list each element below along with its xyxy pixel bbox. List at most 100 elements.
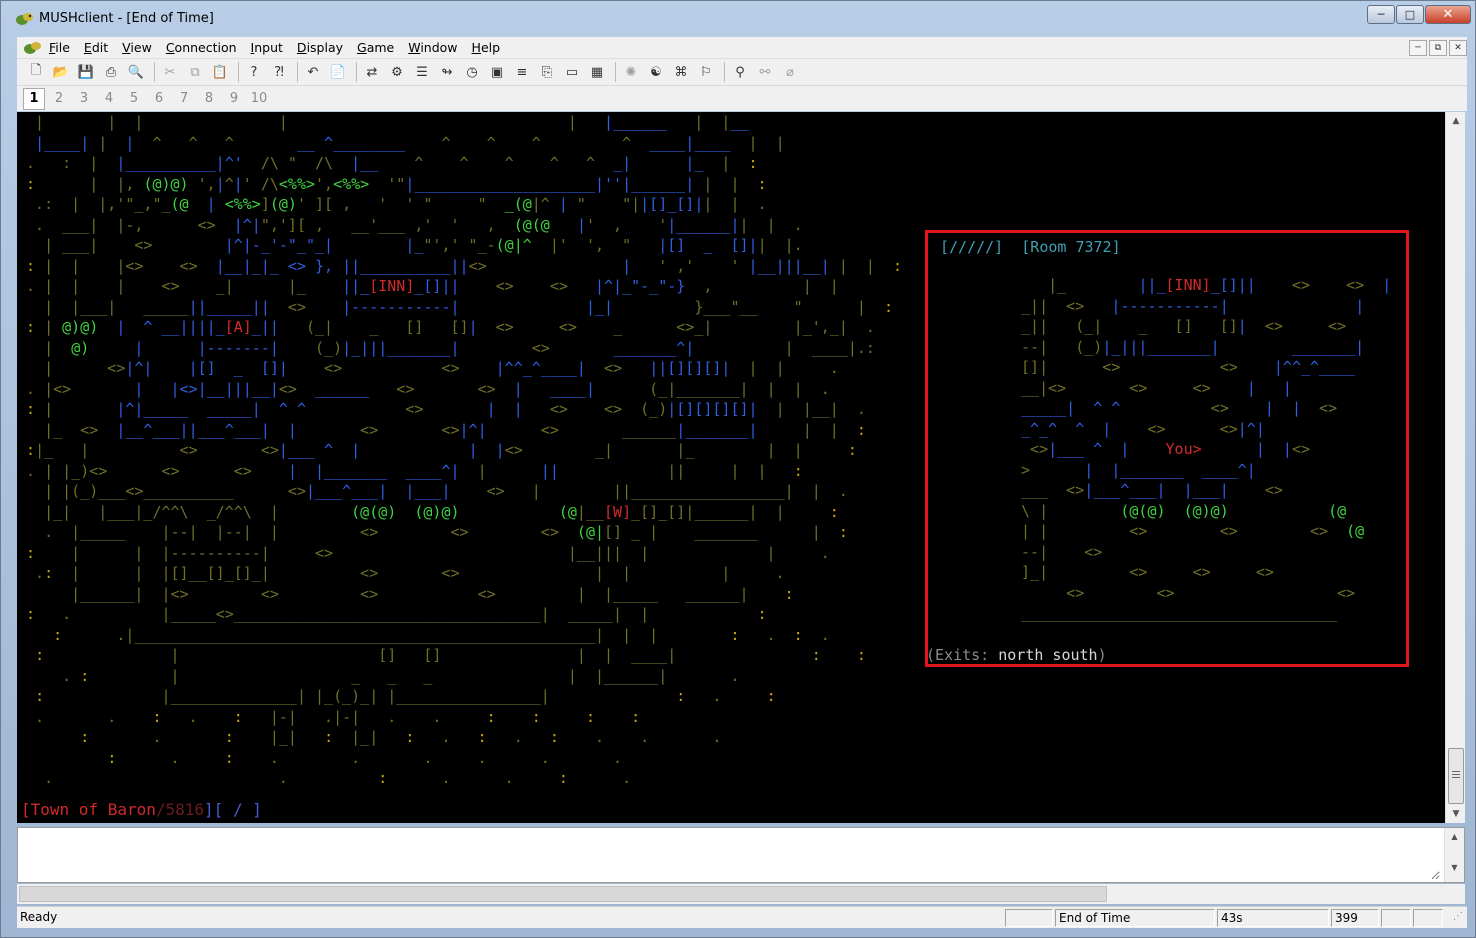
new-world-icon[interactable]: 🗋 [25, 62, 47, 82]
world-tab-5[interactable]: 5 [123, 88, 145, 110]
toolbar-separator [724, 62, 725, 82]
status-bar: Ready End of Time 43s 399 ⋰ [17, 906, 1467, 928]
mapper-icon[interactable]: ✺ [620, 62, 642, 82]
ascii-map: | | | | | |______ | |__ |____| | | ^ ^ ^… [17, 113, 903, 787]
prompt-area: Town of Baron [30, 800, 156, 819]
maximize-button[interactable]: □ [1396, 5, 1424, 24]
world-tab-10[interactable]: 10 [248, 88, 270, 110]
help-icon[interactable]: ? [243, 62, 265, 82]
menu-help[interactable]: Help [472, 40, 501, 55]
child-minimize-button[interactable]: ─ [1409, 40, 1427, 56]
command-input[interactable] [20, 830, 1440, 880]
world-tab-2[interactable]: 2 [48, 88, 70, 110]
menu-edit[interactable]: Edit [84, 40, 108, 55]
find-again-icon[interactable]: ⚯ [754, 62, 776, 82]
child-close-button[interactable]: ✕ [1449, 40, 1467, 56]
menu-bar: File Edit View Connection Input Display … [17, 37, 1467, 59]
menu-connection[interactable]: Connection [166, 40, 237, 55]
toolbar-separator [615, 62, 616, 82]
input-scroll-up-icon[interactable]: ▲ [1445, 832, 1464, 841]
cut-icon[interactable]: ✂ [159, 62, 181, 82]
command-input-area: ▲ ▼ [17, 827, 1465, 883]
player-marker: You [1165, 440, 1193, 458]
auto-say-icon[interactable]: ☯ [645, 62, 667, 82]
status-world: End of Time [1055, 909, 1215, 927]
exits-label: Exits: [935, 646, 990, 664]
main-window: MUSHclient - [End of Time] ─ □ ✕ File Ed… [0, 0, 1476, 938]
context-help-icon[interactable]: ⁈ [268, 62, 290, 82]
notepad-icon[interactable]: 📄 [327, 62, 349, 82]
output-font-icon[interactable]: ▣ [486, 62, 508, 82]
output-window[interactable]: | | | | | |______ | |__ |____| | | ^ ^ ^… [17, 112, 1445, 823]
world-tab-1[interactable]: 1 [23, 87, 45, 110]
timers-icon[interactable]: ◷ [461, 62, 483, 82]
input-scrollbar[interactable]: ▲ ▼ [1444, 828, 1464, 882]
open-icon[interactable]: 📂 [50, 62, 72, 82]
connect-icon[interactable]: ⇄ [361, 62, 383, 82]
log-session-icon[interactable]: ⎘ [536, 62, 558, 82]
reset-icon[interactable]: ⌀ [779, 62, 801, 82]
status-lines: 399 [1331, 909, 1379, 927]
world-tab-9[interactable]: 9 [223, 88, 245, 110]
print-preview-icon[interactable]: 🔍 [125, 62, 147, 82]
macros-icon[interactable]: ⌘ [670, 62, 692, 82]
world-tab-4[interactable]: 4 [98, 88, 120, 110]
toolbar-separator [356, 62, 357, 82]
menu-view[interactable]: View [122, 40, 152, 55]
app-icon [16, 13, 33, 25]
horizontal-scroll-thumb[interactable] [19, 886, 1107, 902]
find-icon[interactable]: ⚲ [729, 62, 751, 82]
minimap-panel: [/////] [Room 7372] |_ ||_[INN]_[]|| <> … [925, 230, 1409, 667]
world-tab-3[interactable]: 3 [73, 88, 95, 110]
toolbar-separator [297, 62, 298, 82]
command-window-icon[interactable]: ▭ [561, 62, 583, 82]
prompt-separator: / [155, 800, 166, 819]
title-bar[interactable]: MUSHclient - [End of Time] ─ □ ✕ [1, 1, 1476, 37]
menu-display[interactable]: Display [297, 40, 343, 55]
input-history-icon[interactable]: ≡ [511, 62, 533, 82]
copy-icon[interactable]: ⧉ [184, 62, 206, 82]
prompt-line: [Town of Baron/5816][ / ] [21, 800, 262, 819]
scroll-up-arrow-icon[interactable]: ▲ [1446, 112, 1466, 130]
output-scrollbar[interactable]: ▲ ▼ [1445, 112, 1465, 823]
world-tab-8[interactable]: 8 [198, 88, 220, 110]
minimap-header: [/////] [940, 238, 1004, 256]
menu-input[interactable]: Input [251, 40, 283, 55]
toolbar: 🗋 📂 💾 ⎙ 🔍 ✂ ⧉ 📋? ⁈ ↶ 📄 ⇄ ⚙ ☰ ↬ ◷ ▣ ≡ ⎘ ▭ ▦ ✺ ☯ ⌘ ⚐ ⚲ ⚯ ⌀ [17, 59, 1467, 85]
window-title: MUSHclient - [End of Time] [39, 11, 214, 26]
menu-file[interactable]: File [49, 40, 70, 55]
keypad-icon[interactable]: ⚐ [695, 62, 717, 82]
scroll-down-arrow-icon[interactable]: ▼ [1446, 805, 1466, 823]
undo-icon[interactable]: ↶ [302, 62, 324, 82]
minimap-grid: |_ ||_[INN]_[]|| <> <> | _|| <> |-------… [1012, 276, 1392, 622]
status-time: 43s [1217, 909, 1329, 927]
aliases-icon[interactable]: ↬ [436, 62, 458, 82]
close-button[interactable]: ✕ [1425, 5, 1471, 24]
toolbar-separator [154, 62, 155, 82]
world-tabs: 1 2 3 4 5 6 7 8 9 10 [17, 85, 1467, 111]
world-tab-7[interactable]: 7 [173, 88, 195, 110]
resize-grip-icon[interactable]: ⋰ [1453, 911, 1463, 922]
prompt-vnum: 5816 [165, 800, 205, 819]
child-restore-button[interactable]: ⧉ [1429, 40, 1447, 56]
status-ready: Ready [20, 910, 58, 924]
triggers-icon[interactable]: ☰ [411, 62, 433, 82]
print-icon[interactable]: ⎙ [100, 62, 122, 82]
status-pane-caps [1381, 909, 1411, 927]
exits-list: north south [998, 646, 1098, 664]
menu-game[interactable]: Game [357, 40, 394, 55]
scroll-thumb[interactable] [1448, 748, 1464, 804]
prompt-rest: ][ / ] [204, 800, 262, 819]
save-icon[interactable]: 💾 [75, 62, 97, 82]
minimize-button[interactable]: ─ [1367, 5, 1395, 24]
minimap-room-title: [Room 7372] [1021, 238, 1121, 256]
world-tab-6[interactable]: 6 [148, 88, 170, 110]
document-icon[interactable] [23, 40, 43, 56]
input-scroll-down-icon[interactable]: ▼ [1445, 863, 1464, 872]
text-window-icon[interactable]: ▦ [586, 62, 608, 82]
menu-window[interactable]: Window [408, 40, 457, 55]
world-config-icon[interactable]: ⚙ [386, 62, 408, 82]
paste-icon[interactable]: 📋 [209, 62, 231, 82]
status-pane-empty [1005, 909, 1053, 927]
horizontal-scrollbar[interactable] [17, 884, 1465, 904]
